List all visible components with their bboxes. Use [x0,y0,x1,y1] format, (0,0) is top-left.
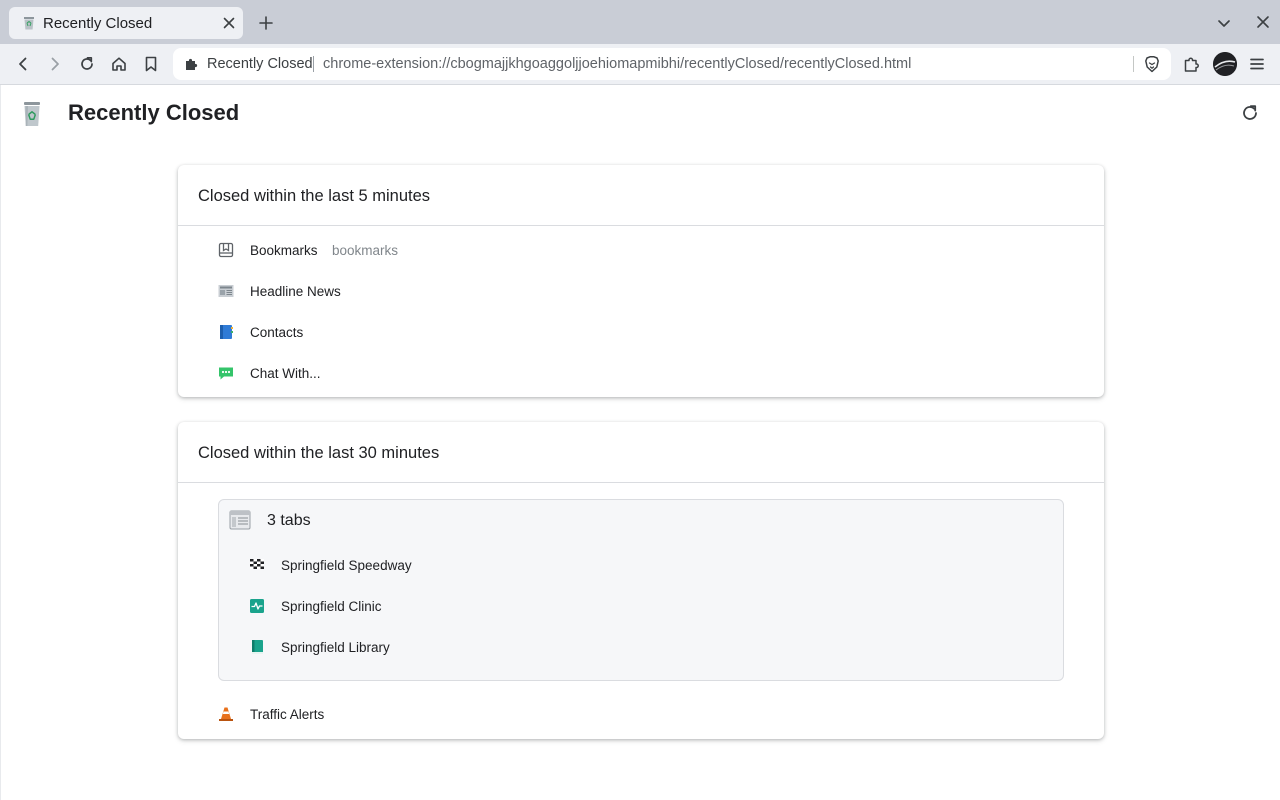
recycle-bin-icon [24,102,40,126]
bookmark-icon[interactable] [142,55,160,73]
reload-icon[interactable] [78,55,96,73]
item-title: Chat With... [250,366,321,381]
window-close-icon[interactable] [1255,14,1271,30]
list-item-chat-with[interactable]: Chat With... [218,358,418,388]
browser-tab[interactable]: Recently Closed [9,7,243,39]
site-name: Recently Closed [207,56,313,72]
page-content: Recently Closed Closed within the last 5… [0,85,1280,800]
profile-avatar[interactable] [1213,52,1237,76]
item-title: Bookmarks [250,243,318,258]
close-icon[interactable] [221,15,237,31]
back-icon[interactable] [14,55,32,73]
forward-icon[interactable] [46,55,64,73]
omnibox-divider [313,56,314,72]
heartbeat-icon [250,599,264,613]
brave-lion-icon[interactable] [1143,55,1161,73]
list-item-contacts[interactable]: Contacts [218,317,418,347]
home-icon[interactable] [110,55,128,73]
section-card-30-minutes: Closed within the last 30 minutes 3 tabs… [178,422,1104,739]
closed-window-group[interactable]: 3 tabs Springfield Speedway Springfield … [218,499,1064,681]
chevron-down-icon[interactable] [1216,15,1232,31]
tab-title: Recently Closed [43,15,153,32]
group-title: 3 tabs [267,512,311,529]
chat-bubble-icon [219,367,233,380]
newspaper-icon [218,285,234,297]
page-title: Recently Closed [68,100,240,125]
traffic-cone-icon [219,707,233,721]
tab-strip: Recently Closed [0,0,1280,44]
omnibox-end-divider [1133,56,1134,72]
url-text[interactable]: chrome-extension://cbogmajjkhgoaggoljjoe… [323,56,911,72]
list-item-springfield-speedway[interactable]: Springfield Speedway [249,550,469,580]
list-item-springfield-clinic[interactable]: Springfield Clinic [249,591,469,621]
item-title: Springfield Library [281,640,390,655]
list-item-bookmarks[interactable]: Bookmarks bookmarks [218,235,468,265]
item-title: Traffic Alerts [250,707,325,722]
section-title: Closed within the last 5 minutes [198,187,431,205]
window-icon [229,510,251,530]
section-header: Closed within the last 30 minutes [178,422,1104,483]
extensions-puzzle-icon[interactable] [1183,55,1201,73]
section-header: Closed within the last 5 minutes [178,165,1104,226]
section-title: Closed within the last 30 minutes [198,444,440,462]
item-url: bookmarks [332,243,399,258]
list-item-headline-news[interactable]: Headline News [218,276,418,306]
plus-icon[interactable] [257,14,275,32]
menu-icon[interactable] [1248,55,1266,73]
bookmark-outline-icon [218,242,234,258]
recycle-bin-icon [24,17,34,30]
address-bar[interactable]: Recently Closed chrome-extension://cbogm… [173,48,1171,80]
list-item-springfield-library[interactable]: Springfield Library [249,632,469,662]
list-item-traffic-alerts[interactable]: Traffic Alerts [218,699,418,729]
puzzle-icon [186,58,198,70]
book-icon [252,640,263,654]
address-book-icon [220,325,233,339]
item-title: Springfield Clinic [281,599,382,614]
item-title: Contacts [250,325,304,340]
checkered-flag-icon [250,559,264,569]
item-title: Springfield Speedway [281,558,412,573]
refresh-icon[interactable] [1240,103,1260,123]
profile-globe-icon [1213,52,1237,76]
section-card-5-minutes: Closed within the last 5 minutes Bookmar… [178,165,1104,397]
item-title: Headline News [250,284,341,299]
browser-toolbar: Recently Closed chrome-extension://cbogm… [0,44,1280,85]
